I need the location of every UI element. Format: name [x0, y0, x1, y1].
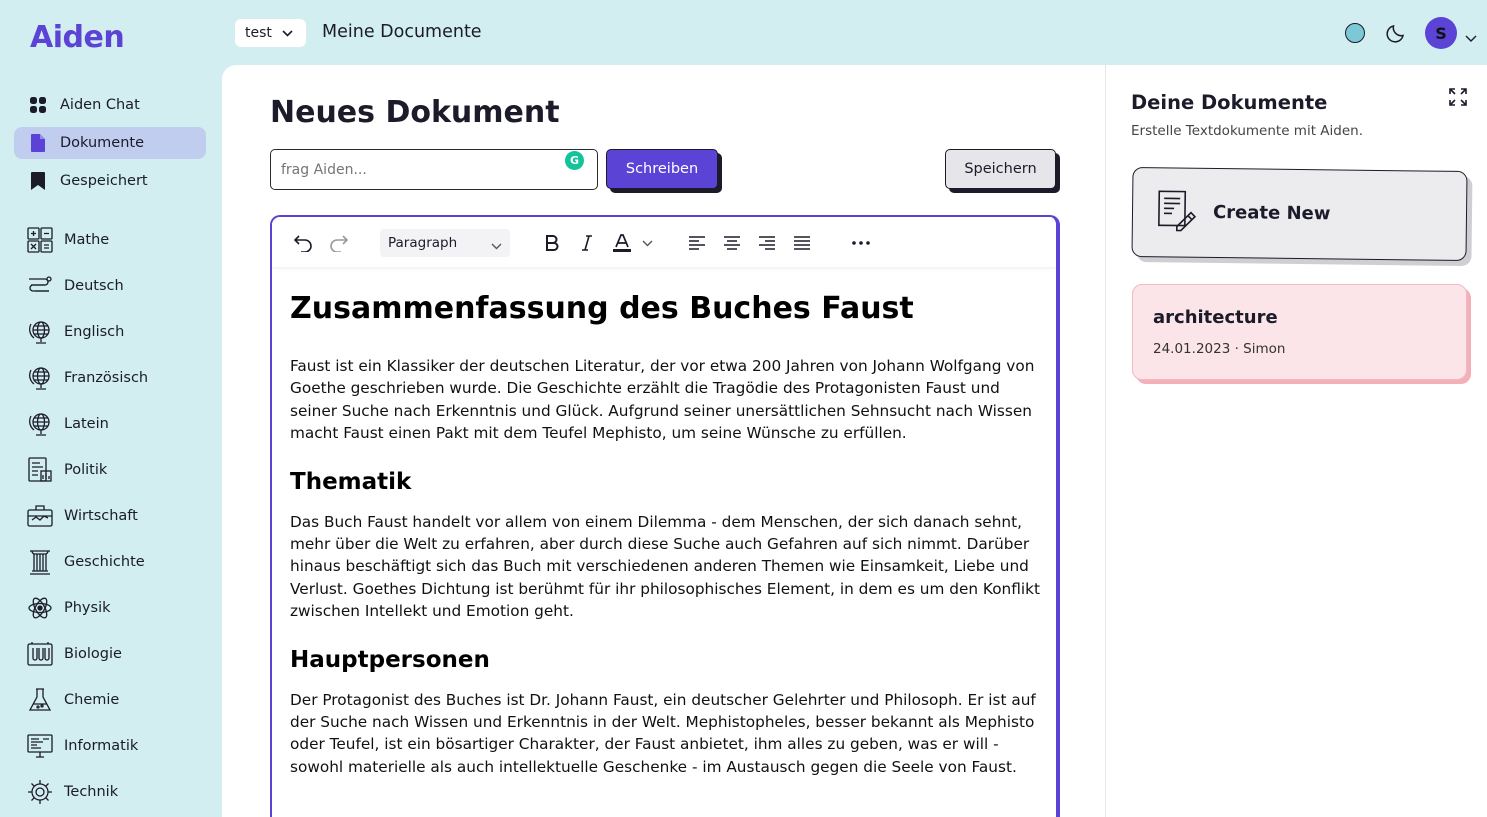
sidebar-item-wirtschaft[interactable]: Wirtschaft [26, 498, 216, 534]
document-editor[interactable]: Paragraph Zusammenfassung des Buches Fau… [270, 215, 1060, 817]
sidebar-item-franzoesisch[interactable]: Französisch [26, 360, 216, 396]
sidebar-item-aiden-chat[interactable]: Aiden Chat [14, 89, 206, 121]
document-card-meta: 24.01.2023 · Simon [1153, 341, 1286, 357]
document-heading: Hauptpersonen [290, 646, 490, 673]
grid-icon [28, 95, 48, 115]
document-paragraph: Das Buch Faust handelt vor allem von ein… [290, 512, 1040, 621]
sidebar-item-label: Französisch [64, 370, 149, 386]
create-new-button[interactable]: Create New [1131, 166, 1468, 262]
document-card[interactable]: architecture 24.01.2023 · Simon [1132, 284, 1467, 380]
document-paragraph: Faust ist ein Klassiker der deutschen Li… [290, 357, 1035, 443]
sidebar-item-label: Chemie [64, 692, 120, 708]
document-paragraph: Der Protagonist des Buches ist Dr. Johan… [290, 690, 1036, 776]
write-button[interactable]: Schreiben [606, 149, 718, 189]
create-new-label: Create New [1212, 201, 1331, 225]
editor-toolbar: Paragraph [272, 217, 1056, 267]
grammarly-icon[interactable]: G [565, 151, 584, 170]
sidebar-item-label: Politik [64, 462, 108, 478]
align-justify-icon[interactable] [791, 232, 813, 254]
app-logo[interactable]: Aiden [30, 20, 125, 55]
sidebar-item-politik[interactable]: Politik [26, 452, 216, 488]
panel-title: Deine Dokumente [1131, 91, 1328, 114]
ask-aiden-input[interactable] [270, 149, 598, 190]
sidebar-item-technik[interactable]: Technik [26, 774, 216, 810]
sidebar-item-deutsch[interactable]: Deutsch [26, 268, 216, 304]
math-icon [26, 226, 54, 254]
paragraph-style-value: Paragraph [388, 235, 458, 251]
documents-panel: Deine Dokumente Erstelle Textdokumente m… [1105, 65, 1487, 817]
sidebar-item-geschichte[interactable]: Geschichte [26, 544, 216, 580]
avatar[interactable]: S [1425, 17, 1457, 49]
document-title: Zusammenfassung des Buches Faust [290, 291, 914, 326]
globe-icon [26, 410, 54, 438]
theme-color-button[interactable] [1345, 23, 1365, 43]
document-card-title: architecture [1153, 307, 1278, 328]
chevron-down-icon[interactable] [1465, 28, 1477, 42]
page-title: Neues Dokument [270, 95, 560, 130]
sidebar-item-label: Mathe [64, 232, 110, 248]
undo-icon[interactable] [292, 232, 314, 254]
align-left-icon[interactable] [686, 232, 708, 254]
sidebar-item-label: Dokumente [60, 135, 145, 151]
sidebar-item-gespeichert[interactable]: Gespeichert [14, 165, 206, 197]
microscope-icon [26, 640, 54, 668]
moon-icon[interactable] [1385, 22, 1407, 44]
workspace-value: test [245, 25, 272, 41]
save-button[interactable]: Speichern [945, 149, 1056, 189]
document-icon [28, 133, 48, 153]
sidebar-item-label: Technik [64, 784, 119, 800]
globe-icon [26, 364, 54, 392]
sidebar-item-label: Biologie [64, 646, 122, 662]
sidebar-item-englisch[interactable]: Englisch [26, 314, 216, 350]
monitor-icon [26, 732, 54, 760]
sidebar-item-informatik[interactable]: Informatik [26, 728, 216, 764]
editor-content[interactable]: Zusammenfassung des Buches Faust Faust i… [290, 289, 1040, 778]
sidebar-item-dokumente[interactable]: Dokumente [14, 127, 206, 159]
new-document-icon [1155, 188, 1198, 235]
sidebar-item-label: Gespeichert [60, 173, 148, 189]
atom-icon [26, 594, 54, 622]
redo-icon[interactable] [328, 232, 350, 254]
sidebar-item-label: Aiden Chat [60, 97, 140, 113]
page-header-title: Meine Documente [322, 22, 482, 42]
sidebar-item-label: Englisch [64, 324, 125, 340]
workspace-select[interactable]: test [235, 19, 306, 47]
main-panel: Neues Dokument G Schreiben Speichern Par… [222, 65, 1105, 817]
expand-icon[interactable] [1448, 87, 1468, 107]
sidebar-item-mathe[interactable]: Mathe [26, 222, 216, 258]
politics-icon [26, 456, 54, 484]
align-center-icon[interactable] [721, 232, 743, 254]
sidebar-item-label: Latein [64, 416, 109, 432]
more-icon[interactable] [850, 232, 872, 254]
bookmark-icon [28, 171, 48, 191]
text-color-icon[interactable] [611, 232, 633, 254]
flask-icon [26, 686, 54, 714]
deutsch-icon [26, 272, 54, 300]
sidebar: Aiden Aiden Chat Dokumente Gespeichert M… [0, 0, 222, 817]
panel-subtitle: Erstelle Textdokumente mit Aiden. [1131, 123, 1363, 139]
italic-icon[interactable] [576, 232, 598, 254]
sidebar-item-physik[interactable]: Physik [26, 590, 216, 626]
sidebar-item-label: Informatik [64, 738, 139, 754]
sidebar-item-latein[interactable]: Latein [26, 406, 216, 442]
chevron-down-icon [491, 238, 502, 254]
bold-icon[interactable] [541, 232, 563, 254]
sidebar-item-label: Deutsch [64, 278, 124, 294]
align-right-icon[interactable] [756, 232, 778, 254]
document-heading: Thematik [290, 468, 412, 495]
chevron-down-icon[interactable] [636, 232, 658, 254]
globe-icon [26, 318, 54, 346]
paragraph-style-select[interactable]: Paragraph [380, 229, 510, 257]
briefcase-icon [26, 502, 54, 530]
column-icon [26, 548, 54, 576]
sidebar-item-chemie[interactable]: Chemie [26, 682, 216, 718]
sidebar-item-label: Geschichte [64, 554, 145, 570]
chevron-down-icon [282, 25, 293, 41]
sidebar-item-label: Physik [64, 600, 111, 616]
sidebar-item-biologie[interactable]: Biologie [26, 636, 216, 672]
gear-icon [26, 778, 54, 806]
sidebar-item-label: Wirtschaft [64, 508, 138, 524]
